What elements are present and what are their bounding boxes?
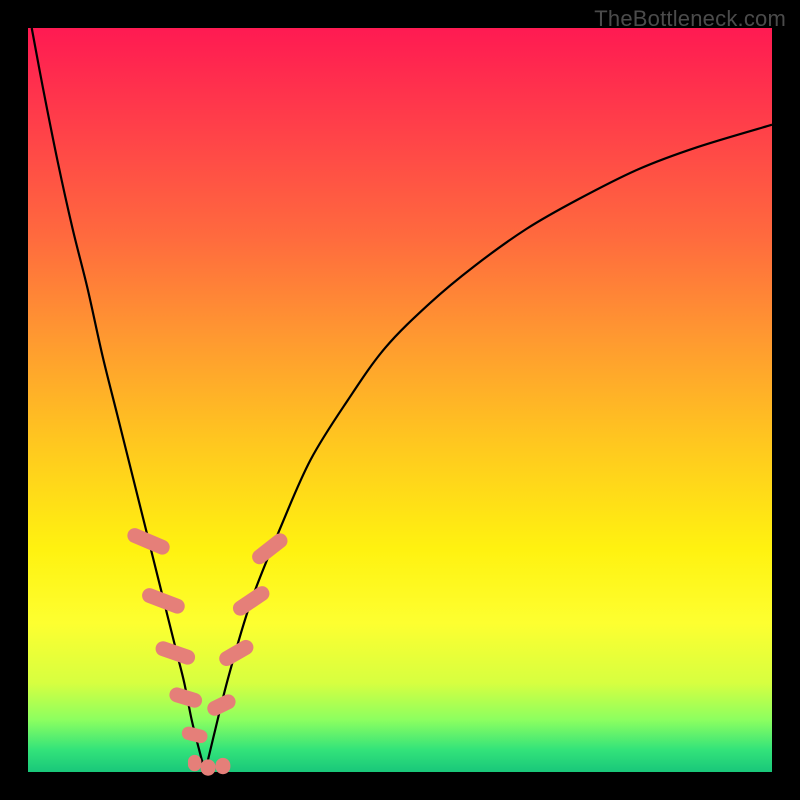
highlight-marker [230,583,272,618]
highlight-marker [125,526,172,557]
curve-right-branch [205,125,772,772]
chart-frame: TheBottleneck.com [0,0,800,800]
highlight-marker [205,692,238,718]
highlight-marker [180,725,209,744]
highlight-marker [216,637,256,668]
highlight-marker [249,530,290,567]
plot-area [28,28,772,772]
curve-group [32,28,772,772]
highlight-marker [140,586,187,616]
watermark-text: TheBottleneck.com [594,6,786,32]
highlight-marker [201,759,216,775]
chart-svg [28,28,772,772]
highlight-marker [215,758,230,774]
highlight-marker [188,755,201,771]
